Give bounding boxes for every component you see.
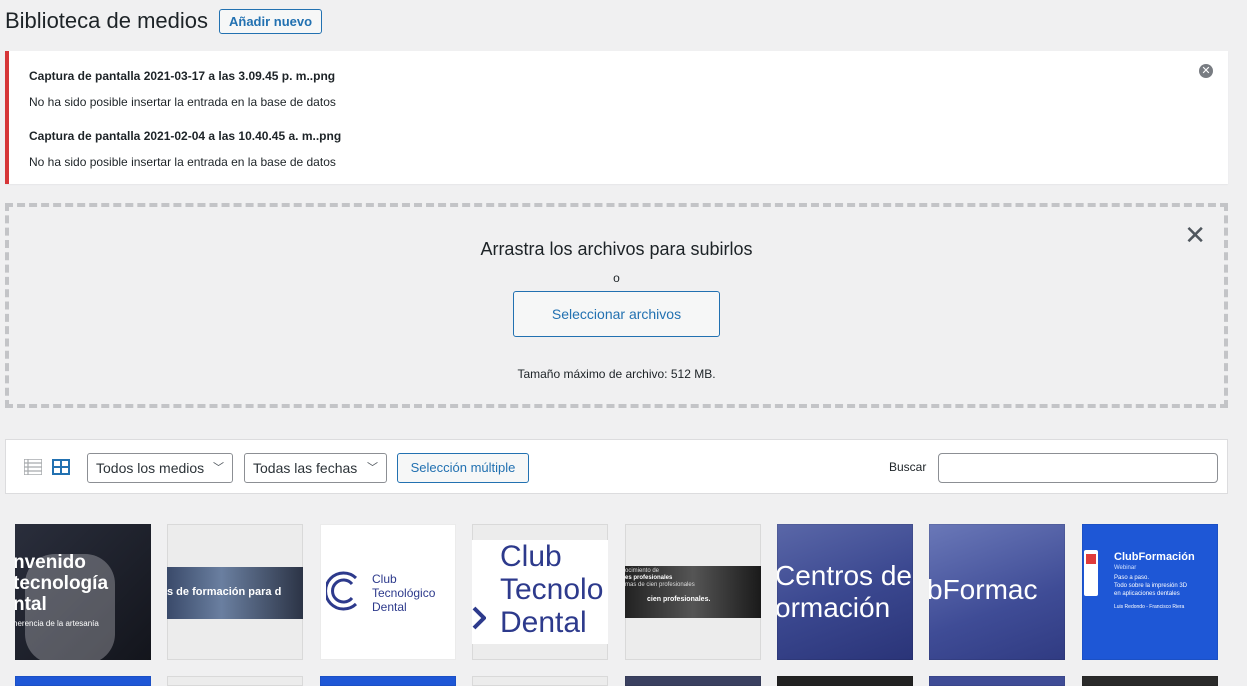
media-type-filter[interactable]: Todos los medios ﹀ [87, 453, 233, 483]
add-new-button[interactable]: Añadir nuevo [219, 9, 323, 34]
thumbnail-text: s de formación para d [167, 586, 282, 598]
search-input[interactable] [938, 453, 1218, 483]
thumbnail-text: herencia de la artesanía [15, 619, 99, 628]
thumbnail-text: Club [372, 572, 397, 586]
thumbnail-text: Dental [372, 600, 407, 614]
thumbnail-text: ormación [777, 592, 891, 623]
error-filename: Captura de pantalla 2021-02-04 a las 10.… [29, 129, 342, 143]
thumbnail-text: nvenido [15, 552, 86, 573]
chevron-down-icon: ﹀ [213, 462, 224, 474]
error-message: No ha sido posible insertar la entrada e… [29, 95, 336, 109]
thumbnail-text: Tecnológico [372, 586, 436, 600]
max-file-size: Tamaño máximo de archivo: 512 MB. [517, 367, 716, 381]
thumbnail-text: ocimiento de [625, 568, 660, 574]
drop-instructions: Arrastra los archivos para subirlos [480, 239, 753, 259]
grid-view-icon[interactable] [52, 459, 70, 475]
thumbnail-text: Paso a paso. [1114, 575, 1150, 581]
chevron-down-icon: ﹀ [367, 462, 378, 474]
thumbnail-text: Luis Redondo - Francisco Riera [1114, 604, 1185, 610]
thumbnail-text: Todo sobre la impresión 3D [1114, 583, 1188, 589]
error-message: No ha sido posible insertar la entrada e… [29, 155, 336, 169]
media-thumbnail[interactable]: ClubFormación Webinar Paso a paso. Todo … [1082, 524, 1218, 660]
media-thumbnail[interactable]: bFormac [929, 524, 1065, 660]
media-thumbnail[interactable]: Centros de ormación [777, 524, 913, 660]
list-view-icon[interactable] [24, 459, 42, 475]
media-thumbnail[interactable]: s de formación para d [167, 524, 303, 660]
club-logo-icon [326, 571, 358, 611]
date-filter-value: Todas las fechas [253, 460, 358, 476]
logo-chevron-icon [472, 606, 486, 630]
close-circle-icon[interactable]: ✕ [1199, 64, 1213, 78]
upload-dropzone[interactable]: ✕ Arrastra los archivos para subirlos o … [5, 203, 1228, 408]
thumbnail-text: ntal [15, 594, 47, 615]
media-thumbnail[interactable]: Club Tecnolo Dental [472, 524, 608, 660]
page-title: Biblioteca de medios [5, 8, 209, 33]
thumbnail-text: mas de cien profesionales [625, 582, 695, 588]
thumbnail-text: cien profesionales. [647, 596, 711, 603]
thumbnail-text: tecnología [15, 573, 109, 594]
or-separator: o [613, 271, 620, 285]
thumbnail-text: ClubFormación [1114, 551, 1195, 563]
bulk-select-button[interactable]: Selección múltiple [397, 453, 529, 483]
error-notice: Captura de pantalla 2021-03-17 a las 3.0… [5, 51, 1228, 184]
thumbnail-text: Centros de [777, 560, 912, 591]
thumbnail-text: Tecnolo [500, 573, 604, 606]
media-type-filter-value: Todos los medios [96, 460, 205, 476]
media-thumbnail[interactable]: Club Tecnológico Dental [320, 524, 456, 660]
date-filter[interactable]: Todas las fechas ﹀ [244, 453, 387, 483]
thumbnail-text: Dental [500, 606, 587, 639]
thumbnail-text: en aplicaciones dentales [1114, 591, 1180, 597]
error-filename: Captura de pantalla 2021-03-17 a las 3.0… [29, 69, 336, 83]
thumbnail-text: bFormac [929, 574, 1038, 605]
media-toolbar: Todos los medios ﹀ Todas las fechas ﹀ Se… [5, 439, 1228, 494]
media-thumbnail[interactable]: ocimiento de es profesionales mas de cie… [625, 524, 761, 660]
thumbnail-text: Webinar [1114, 565, 1137, 571]
search-label: Buscar [889, 460, 927, 474]
thumbnail-text: es profesionales [625, 575, 673, 581]
select-files-button[interactable]: Seleccionar archivos [513, 291, 720, 337]
thumbnail-text: Club [500, 540, 562, 573]
media-thumbnail[interactable]: nvenido tecnología ntal herencia de la a… [15, 524, 151, 660]
